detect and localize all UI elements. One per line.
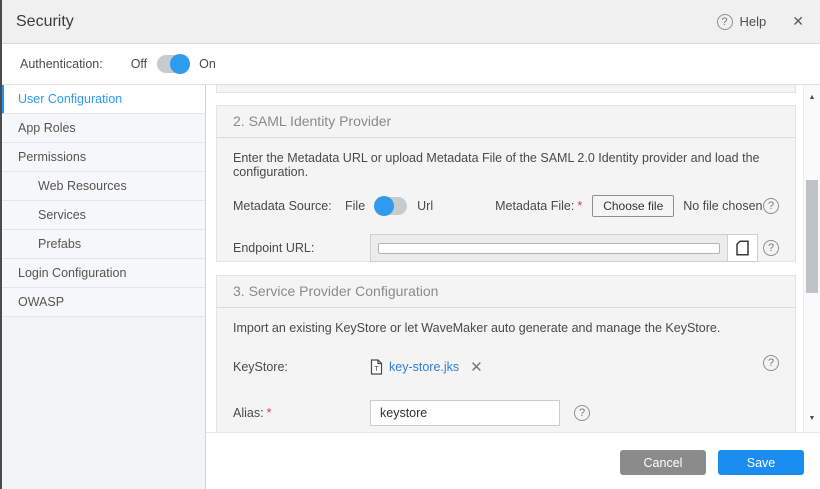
footer-bar: Cancel Save bbox=[206, 432, 820, 489]
redacted-url-text bbox=[378, 243, 720, 254]
remove-keystore-icon[interactable]: ✕ bbox=[470, 358, 483, 376]
sidebar-item-user-configuration[interactable]: User Configuration bbox=[0, 85, 205, 114]
authentication-label: Authentication: bbox=[20, 57, 103, 71]
content-area: 2. SAML Identity Provider Enter the Meta… bbox=[206, 85, 820, 489]
section-title: 3. Service Provider Configuration bbox=[217, 276, 795, 308]
sidebar-item-label: Login Configuration bbox=[18, 266, 126, 280]
metadata-file-label: Metadata File:* bbox=[495, 199, 582, 213]
help-icon: ? bbox=[717, 14, 733, 30]
sidebar-item-permissions[interactable]: Permissions bbox=[0, 143, 205, 172]
authentication-off-label: Off bbox=[131, 57, 147, 71]
endpoint-url-input[interactable] bbox=[370, 234, 728, 262]
copy-button[interactable] bbox=[728, 234, 758, 262]
sidebar-item-owasp[interactable]: OWASP bbox=[0, 288, 205, 317]
metadata-source-label: Metadata Source: bbox=[233, 199, 345, 213]
header-actions: ? Help ✕ bbox=[717, 13, 804, 30]
sidebar-item-label: User Configuration bbox=[18, 92, 122, 106]
required-marker: * bbox=[267, 406, 272, 420]
service-provider-configuration-section: 3. Service Provider Configuration Import… bbox=[216, 275, 796, 432]
toggle-knob bbox=[374, 196, 394, 216]
endpoint-url-help-icon[interactable]: ? bbox=[763, 240, 779, 256]
choose-file-button[interactable]: Choose file bbox=[592, 195, 674, 217]
window-left-edge bbox=[0, 0, 2, 489]
required-marker: * bbox=[577, 199, 582, 213]
scroll-down-icon[interactable]: ▼ bbox=[804, 413, 820, 425]
previous-section-bottom-edge bbox=[216, 85, 796, 93]
endpoint-url-row: Endpoint URL: ? bbox=[233, 234, 779, 262]
keystore-file-chip: T key-store.jks ✕ bbox=[370, 358, 483, 376]
endpoint-url-input-group bbox=[370, 234, 758, 262]
toggle-knob bbox=[170, 54, 190, 74]
authentication-on-label: On bbox=[199, 57, 216, 71]
alias-row: Alias:* ? bbox=[233, 399, 779, 427]
scrollbar-thumb[interactable] bbox=[806, 180, 818, 293]
scrollable-content: 2. SAML Identity Provider Enter the Meta… bbox=[206, 85, 803, 432]
file-option-label: File bbox=[345, 199, 365, 213]
authentication-toggle[interactable] bbox=[157, 55, 189, 73]
help-label: Help bbox=[740, 14, 767, 29]
url-option-label: Url bbox=[417, 199, 433, 213]
scroll-up-icon[interactable]: ▲ bbox=[804, 92, 820, 104]
metadata-file-help-icon[interactable]: ? bbox=[763, 198, 779, 214]
keystore-file-link[interactable]: key-store.jks bbox=[389, 360, 459, 374]
section-title: 2. SAML Identity Provider bbox=[217, 106, 795, 138]
page-title: Security bbox=[16, 13, 74, 31]
alias-label: Alias:* bbox=[233, 406, 370, 420]
scrollbar[interactable]: ▲ ▼ bbox=[803, 85, 820, 432]
saml-identity-provider-section: 2. SAML Identity Provider Enter the Meta… bbox=[216, 105, 796, 262]
sidebar: User Configuration App Roles Permissions… bbox=[0, 85, 206, 489]
metadata-source-row: Metadata Source: File Url Metadata File:… bbox=[233, 192, 779, 220]
sidebar-item-label: Permissions bbox=[18, 150, 86, 164]
sidebar-item-services[interactable]: Services bbox=[0, 201, 205, 230]
section-description: Enter the Metadata URL or upload Metadat… bbox=[233, 151, 779, 179]
save-button[interactable]: Save bbox=[718, 450, 804, 475]
endpoint-url-label: Endpoint URL: bbox=[233, 241, 370, 255]
section-description: Import an existing KeyStore or let WaveM… bbox=[233, 321, 779, 335]
sidebar-item-label: App Roles bbox=[18, 121, 76, 135]
metadata-source-toggle[interactable] bbox=[375, 197, 407, 215]
sidebar-item-label: Services bbox=[38, 208, 86, 222]
sidebar-item-app-roles[interactable]: App Roles bbox=[0, 114, 205, 143]
sidebar-item-prefabs[interactable]: Prefabs bbox=[0, 230, 205, 259]
dialog-header: Security ? Help ✕ bbox=[0, 0, 820, 44]
alias-input[interactable] bbox=[370, 400, 560, 426]
no-file-chosen-text: No file chosen bbox=[683, 199, 762, 213]
dialog-body: User Configuration App Roles Permissions… bbox=[0, 85, 820, 489]
file-icon: T bbox=[370, 359, 383, 375]
cancel-button[interactable]: Cancel bbox=[620, 450, 706, 475]
sidebar-item-login-configuration[interactable]: Login Configuration bbox=[0, 259, 205, 288]
alias-help-icon[interactable]: ? bbox=[574, 405, 590, 421]
authentication-bar: Authentication: Off On bbox=[0, 44, 820, 85]
copy-icon bbox=[736, 240, 749, 256]
keystore-help-icon[interactable]: ? bbox=[763, 355, 779, 371]
keystore-row: KeyStore: T key-store.jks ✕ ? bbox=[233, 355, 779, 379]
help-button[interactable]: ? Help bbox=[717, 14, 767, 30]
close-icon[interactable]: ✕ bbox=[792, 13, 804, 30]
sidebar-item-web-resources[interactable]: Web Resources bbox=[0, 172, 205, 201]
sidebar-item-label: Prefabs bbox=[38, 237, 81, 251]
sidebar-item-label: OWASP bbox=[18, 295, 64, 309]
security-dialog: Security ? Help ✕ Authentication: Off On… bbox=[0, 0, 820, 489]
sidebar-item-label: Web Resources bbox=[38, 179, 127, 193]
keystore-label: KeyStore: bbox=[233, 360, 370, 374]
svg-text:T: T bbox=[374, 364, 379, 373]
